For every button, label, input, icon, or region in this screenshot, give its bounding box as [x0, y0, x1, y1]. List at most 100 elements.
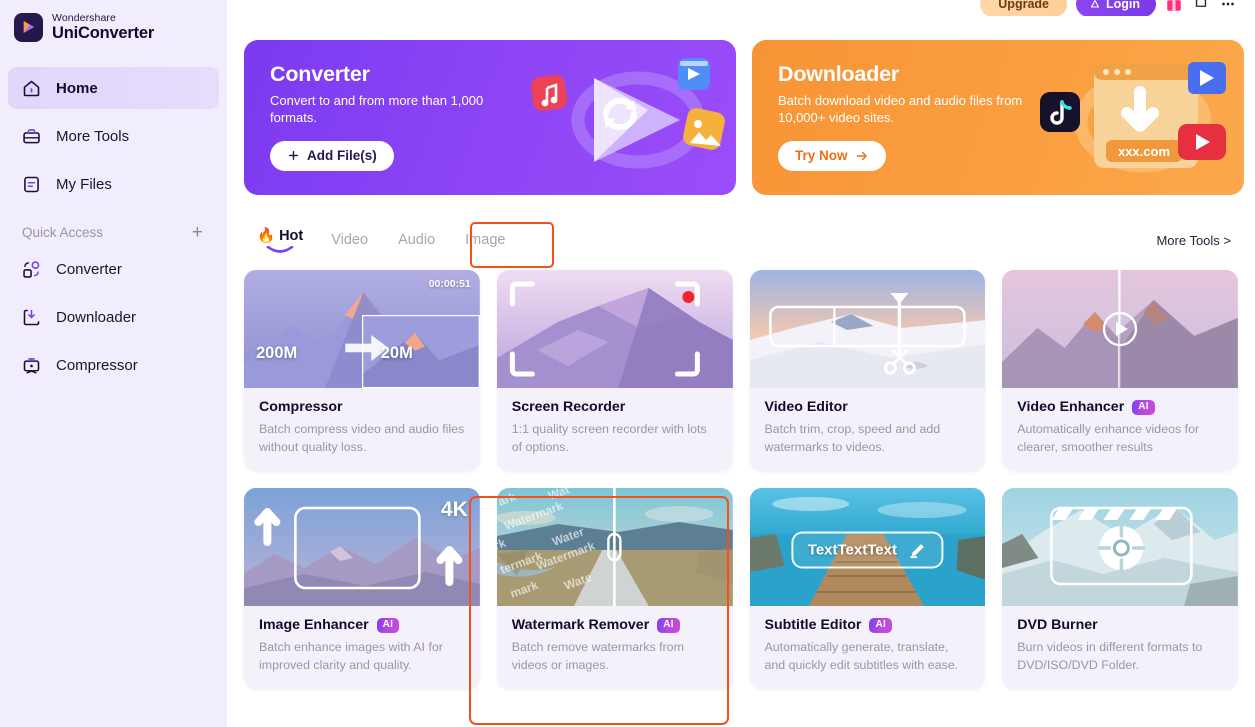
- subtitle-text-pill: TextTextText: [791, 531, 943, 569]
- card-body: Watermark Remover AI Batch remove waterm…: [497, 606, 733, 689]
- card-description: Burn videos in different formats to DVD/…: [1017, 640, 1203, 672]
- plus-icon: [289, 151, 298, 161]
- card-video-enhancer[interactable]: Video Enhancer AI Automatically enhance …: [1002, 270, 1238, 472]
- toolbox-icon: [23, 128, 40, 143]
- brand: Wondershare UniConverter: [8, 0, 219, 46]
- tab-hot[interactable]: 🔥 Hot: [244, 221, 316, 259]
- try-now-button[interactable]: Try Now: [778, 140, 886, 171]
- tab-audio[interactable]: Audio: [383, 223, 450, 257]
- card-body: Video Enhancer AI Automatically enhance …: [1002, 388, 1238, 471]
- uniconverter-logo-icon: [14, 12, 43, 42]
- sidebar-item-my-files[interactable]: My Files: [8, 163, 219, 205]
- card-subtitle-editor[interactable]: TextTextText Subtitle Editor AI Automati…: [749, 488, 986, 690]
- card-title-text: Video Enhancer: [1017, 399, 1125, 415]
- card-description: Batch enhance images with AI for improve…: [259, 640, 443, 672]
- plus-icon[interactable]: +: [190, 223, 205, 242]
- pencil-icon: [909, 543, 924, 558]
- card-watermark-remover[interactable]: ark Wat Watermark Water rk termark Water…: [496, 488, 733, 690]
- brand-product: UniConverter: [52, 23, 155, 42]
- card-thumbnail: TextTextText: [749, 488, 986, 607]
- sidebar-item-compressor[interactable]: Compressor: [8, 344, 219, 386]
- sidebar-item-downloader[interactable]: Downloader: [8, 296, 219, 338]
- play-icon: [1102, 311, 1138, 347]
- card-title: Compressor: [259, 399, 465, 415]
- banner-desc: Convert to and from more than 1,000 form…: [270, 93, 484, 126]
- brand-company: Wondershare: [52, 12, 116, 24]
- card-body: Subtitle Editor AI Automatically generat…: [750, 606, 986, 689]
- card-description: Batch trim, crop, speed and add watermar…: [764, 422, 941, 454]
- card-title-text: Image Enhancer: [259, 617, 369, 634]
- bell-icon[interactable]: [1192, 0, 1210, 13]
- convert-arrows-art: [530, 58, 725, 169]
- recorder-frame-corners: [509, 281, 700, 377]
- compare-slider-icon: [606, 488, 622, 607]
- banner-desc: Batch download video and audio files fro…: [778, 93, 1023, 126]
- card-thumbnail: 00:00:51 200M 20M: [244, 270, 480, 388]
- login-label: Login: [1105, 0, 1140, 11]
- card-description: Batch compress video and audio files wit…: [259, 422, 465, 454]
- app-root: Wondershare UniConverter Home More Tools: [0, 0, 1255, 727]
- more-menu-icon[interactable]: [1219, 0, 1237, 13]
- card-title: Video Enhancer AI: [1017, 399, 1223, 415]
- sidebar-item-label: Home: [56, 79, 98, 97]
- downloader-icon: [23, 309, 40, 325]
- gift-icon[interactable]: [1165, 0, 1183, 13]
- record-dot-icon: [682, 291, 695, 303]
- card-screen-recorder[interactable]: Screen Recorder 1:1 quality screen recor…: [496, 270, 733, 472]
- main-content: Upgrade Login Converter Convert to and f…: [227, 0, 1255, 727]
- thumb-size-to: 20M: [380, 344, 413, 363]
- card-title-text: Subtitle Editor: [764, 617, 862, 634]
- sidebar-item-label: Converter: [56, 260, 122, 278]
- card-compressor[interactable]: 00:00:51 200M 20M Compressor Batch compr…: [244, 270, 480, 472]
- arrow-right-icon: [856, 151, 867, 160]
- card-body: Video Editor Batch trim, crop, speed and…: [750, 388, 986, 471]
- card-image-enhancer[interactable]: 4K Image Enhancer AI Batch enhance image…: [244, 488, 480, 690]
- add-files-button[interactable]: Add File(s): [270, 140, 394, 171]
- tool-card-grid: 00:00:51 200M 20M Compressor Batch compr…: [227, 259, 1255, 690]
- sidebar-nav: Home More Tools My Files: [8, 67, 219, 205]
- home-icon: [23, 80, 40, 96]
- login-button[interactable]: Login: [1075, 0, 1156, 16]
- tab-video[interactable]: Video: [316, 223, 383, 257]
- download-browser-art: xxx.com: [1040, 62, 1226, 173]
- sidebar: Wondershare UniConverter Home More Tools: [0, 0, 227, 727]
- tab-label: Hot: [279, 227, 304, 244]
- card-dvd-burner[interactable]: DVD Burner Burn videos in different form…: [1002, 488, 1238, 690]
- card-title: Watermark Remover AI: [512, 617, 718, 633]
- upgrade-button[interactable]: Upgrade: [980, 0, 1067, 16]
- sidebar-item-label: Downloader: [56, 308, 137, 326]
- card-title-text: DVD Burner: [1017, 617, 1098, 634]
- banner-downloader[interactable]: Downloader Batch download video and audi…: [752, 40, 1244, 195]
- ai-badge: AI: [1132, 399, 1155, 415]
- person-icon: [1090, 0, 1100, 8]
- card-description: Automatically generate, translate, and q…: [764, 640, 959, 672]
- subtitle-pill-text: TextTextText: [807, 541, 897, 559]
- thumb-4k-badge: 4K: [440, 498, 468, 522]
- card-title-text: Screen Recorder: [511, 399, 626, 415]
- more-tools-link[interactable]: More Tools >: [1156, 233, 1237, 248]
- converter-icon: [23, 260, 40, 278]
- card-thumbnail: [1002, 488, 1238, 607]
- sidebar-item-converter[interactable]: Converter: [8, 248, 219, 290]
- sidebar-item-more-tools[interactable]: More Tools: [8, 115, 219, 157]
- quick-access-title: Quick Access: [22, 225, 104, 240]
- category-tabs: 🔥 Hot Video Audio Image More Tools >: [227, 195, 1255, 259]
- tab-active-underline: [266, 246, 294, 253]
- flame-icon: 🔥: [257, 228, 276, 244]
- card-video-editor[interactable]: Video Editor Batch trim, crop, speed and…: [749, 270, 986, 472]
- sidebar-item-home[interactable]: Home: [8, 67, 219, 109]
- add-files-label: Add File(s): [307, 148, 377, 164]
- quick-access-list: Converter Downloader Compressor: [8, 248, 219, 386]
- card-description: 1:1 quality screen recorder with lots of…: [511, 422, 707, 454]
- compressor-icon: [23, 357, 40, 374]
- tab-image[interactable]: Image: [450, 223, 520, 257]
- promo-banners: Converter Convert to and from more than …: [227, 16, 1255, 195]
- banner-converter[interactable]: Converter Convert to and from more than …: [244, 40, 736, 195]
- ai-badge: AI: [657, 617, 680, 633]
- card-thumbnail: [1002, 270, 1238, 388]
- card-body: Image Enhancer AI Batch enhance images w…: [244, 606, 480, 689]
- card-title-text: Watermark Remover: [511, 617, 650, 634]
- thumb-timestamp: 00:00:51: [428, 278, 471, 290]
- card-thumbnail: [496, 270, 733, 388]
- top-bar: Upgrade Login: [227, 0, 1255, 16]
